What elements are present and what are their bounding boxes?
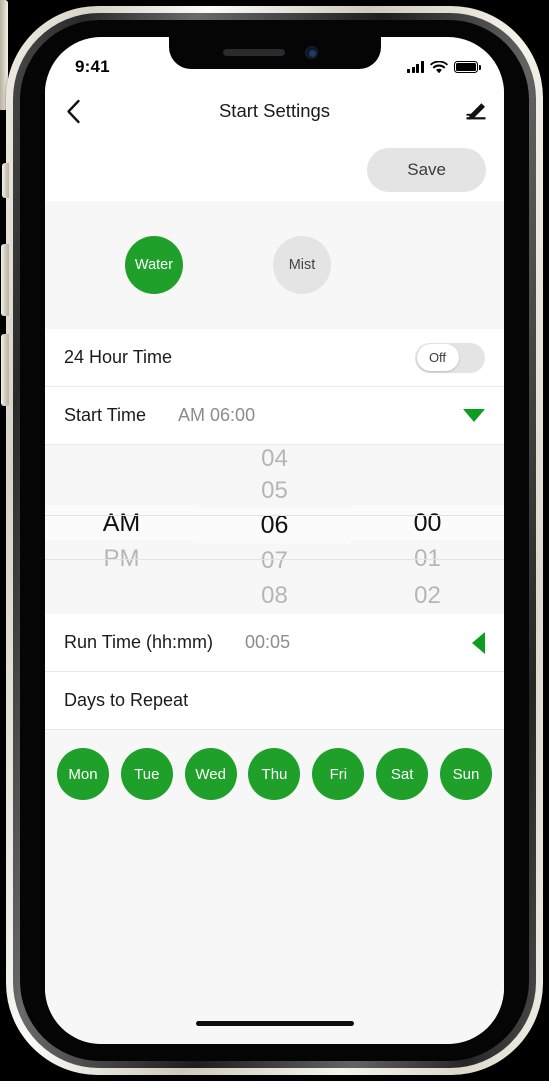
ringer-switch[interactable]: [2, 163, 9, 198]
row-days-to-repeat: Days to Repeat: [45, 672, 504, 730]
notch: [168, 37, 381, 69]
pencil-edit-icon: [466, 103, 486, 120]
meridiem-item: [45, 445, 198, 469]
24-hour-time-toggle[interactable]: Off: [415, 342, 485, 373]
row-24-hour-time-label: 24 Hour Time: [64, 347, 173, 367]
day-chip-tue[interactable]: Tue: [120, 748, 173, 800]
status-bar-icons: [407, 60, 481, 74]
hour-item: 05: [261, 476, 288, 504]
minute-item: 01: [414, 545, 441, 573]
day-selector: Mon Tue Wed Thu Fri Sat Sun: [45, 730, 504, 1044]
phone-screen: 9:41 Start Settings Save Water Mist 24 H…: [45, 37, 504, 1044]
day-chip-fri[interactable]: Fri: [312, 748, 365, 800]
meridiem-item: [45, 469, 198, 505]
navigation-bar: Start Settings: [45, 83, 504, 139]
page-title: Start Settings: [218, 100, 331, 121]
mode-option-water[interactable]: Water: [125, 236, 183, 294]
hour-item: 08: [261, 582, 288, 610]
row-start-time-label: Start Time: [64, 405, 147, 425]
day-chip-sat[interactable]: Sat: [376, 748, 429, 800]
time-picker: AM PM 04 05 06 07 08 00 01 02: [45, 445, 504, 614]
volume-up-button[interactable]: [1, 244, 9, 316]
minute-item: [351, 445, 504, 469]
volume-down-button[interactable]: [1, 334, 9, 406]
battery-full-icon: [454, 61, 481, 73]
screenshot-root: 9:41 Start Settings Save Water Mist 24 H…: [0, 0, 549, 1081]
mode-option-mist[interactable]: Mist: [273, 236, 331, 294]
edit-button[interactable]: [448, 83, 504, 139]
chevron-left-icon: [66, 99, 80, 123]
minute-item-selected: 00: [351, 504, 504, 542]
minute-item: 02: [414, 581, 441, 609]
minute-item: [351, 469, 504, 505]
day-chip-wed[interactable]: Wed: [184, 748, 237, 800]
meridiem-column[interactable]: AM PM: [45, 445, 198, 614]
minute-column[interactable]: 00 01 02: [351, 445, 504, 614]
earpiece-speaker: [222, 49, 285, 56]
row-start-time[interactable]: Start Time AM 06:00: [45, 387, 504, 445]
cellular-bars-icon: [407, 61, 424, 73]
day-chip-thu[interactable]: Thu: [248, 748, 301, 800]
hour-item: 04: [261, 445, 288, 472]
hour-item-selected: 06: [198, 508, 351, 544]
row-run-time-label: Run Time (hh:mm): [64, 632, 214, 652]
front-camera: [304, 46, 318, 59]
day-chip-sun[interactable]: Sun: [439, 748, 492, 800]
save-button[interactable]: Save: [367, 148, 486, 192]
back-button[interactable]: [45, 83, 101, 139]
hour-column[interactable]: 04 05 06 07 08: [198, 445, 351, 614]
meridiem-item: PM: [103, 545, 140, 573]
row-24-hour-time: 24 Hour Time Off: [45, 329, 504, 387]
mode-selector: Water Mist: [45, 201, 504, 329]
meridiem-item: [45, 578, 198, 614]
row-start-time-value: AM 06:00: [178, 405, 256, 425]
home-indicator[interactable]: [195, 1021, 354, 1026]
wifi-icon: [430, 60, 448, 73]
row-run-time[interactable]: Run Time (hh:mm) 00:05: [45, 614, 504, 672]
row-run-time-value: 00:05: [245, 632, 291, 652]
caret-down-icon[interactable]: [463, 409, 485, 422]
meridiem-item-selected: AM: [45, 504, 198, 542]
day-chip-mon[interactable]: Mon: [57, 748, 109, 800]
row-days-to-repeat-label: Days to Repeat: [64, 690, 189, 710]
status-bar-time: 9:41: [75, 57, 110, 76]
toggle-knob-label: Off: [416, 344, 459, 371]
caret-left-icon[interactable]: [472, 631, 485, 654]
save-row: Save: [45, 139, 504, 201]
hour-item: 07: [261, 547, 288, 575]
